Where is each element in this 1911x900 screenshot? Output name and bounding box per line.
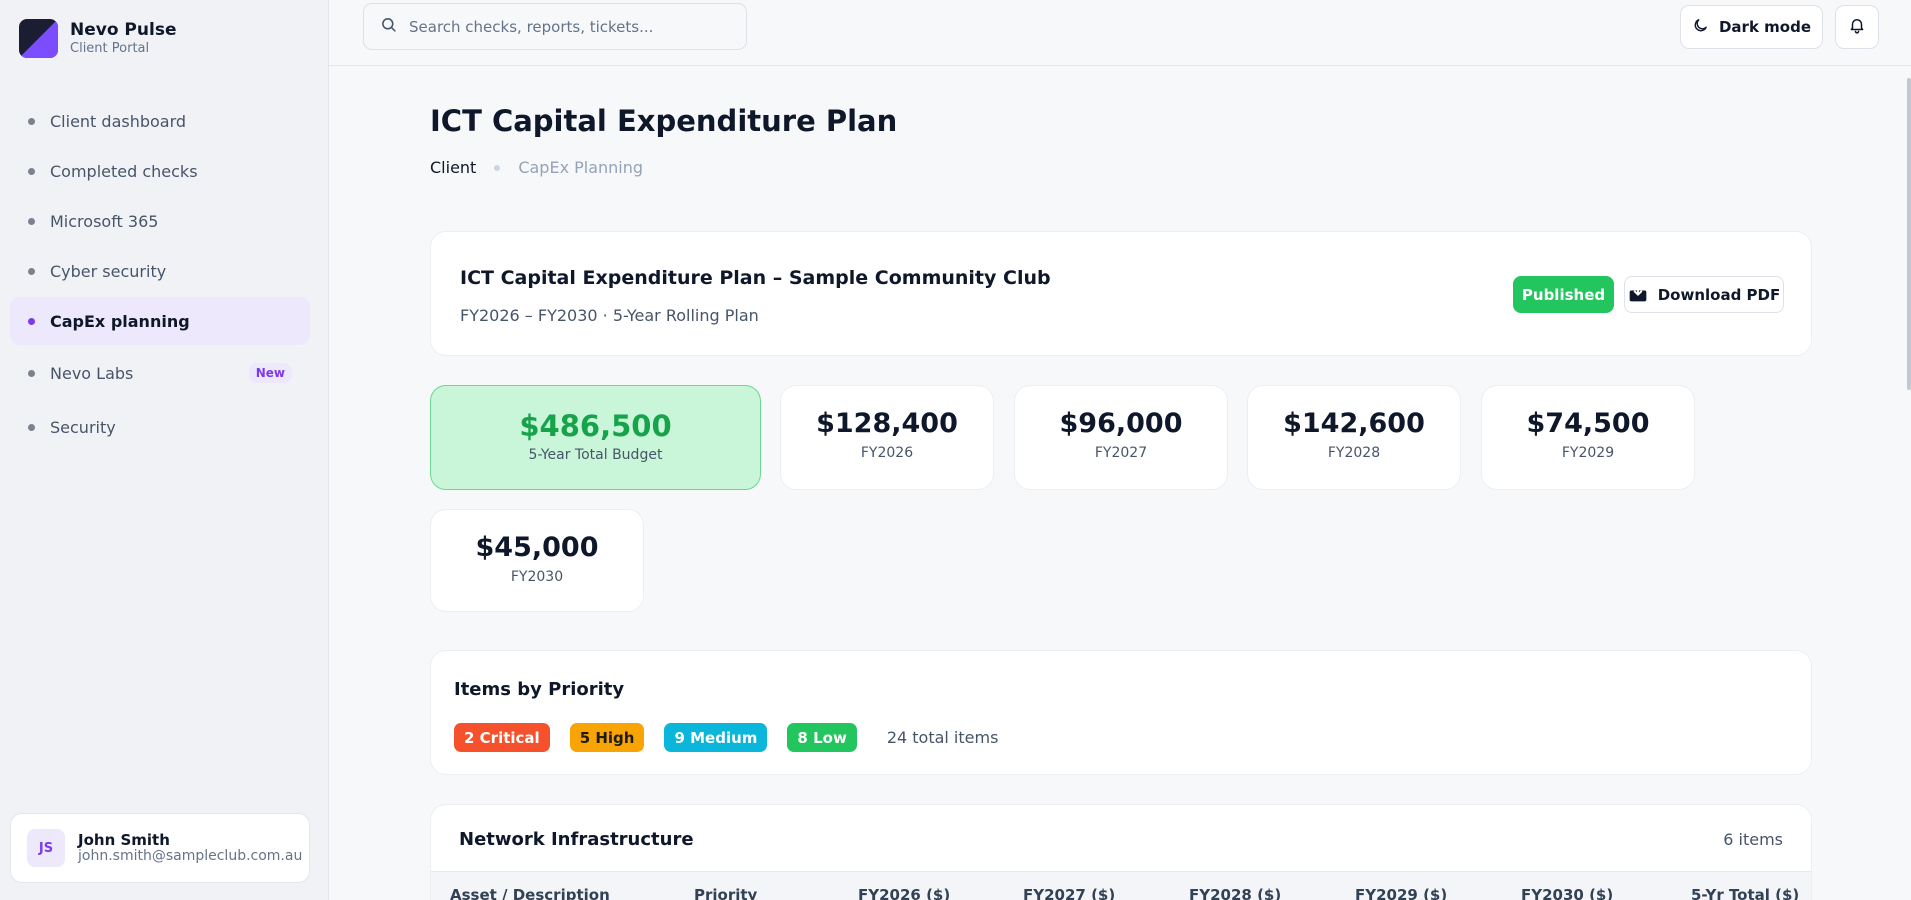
download-icon xyxy=(1628,283,1658,307)
plan-title: ICT Capital Expenditure Plan – Sample Co… xyxy=(460,267,1051,289)
sidebar-item-label: CapEx planning xyxy=(50,311,190,331)
sidebar-item-cyber-security[interactable]: Cyber security xyxy=(10,247,310,295)
dark-mode-label: Dark mode xyxy=(1718,18,1811,36)
topbar: Dark mode xyxy=(329,0,1911,66)
stat-total-budget: $486,500 5-Year Total Budget xyxy=(430,385,761,490)
dark-mode-button[interactable]: Dark mode xyxy=(1680,5,1823,49)
stat-value: $96,000 xyxy=(1059,408,1183,439)
scrollbar-thumb[interactable] xyxy=(1907,78,1911,390)
sidebar-item-label: Cyber security xyxy=(50,261,167,281)
brand-name: Nevo Pulse xyxy=(70,20,177,40)
search-box[interactable] xyxy=(363,3,747,50)
new-badge: New xyxy=(248,363,292,383)
sidebar-item-nevo-labs[interactable]: Nevo Labs New xyxy=(10,349,310,397)
status-badge: Published xyxy=(1513,276,1614,313)
table-header: Asset / Description Priority FY2026 ($) … xyxy=(431,871,1811,900)
stat-label: FY2027 xyxy=(1094,445,1148,461)
stat-label: FY2028 xyxy=(1327,445,1381,461)
search-input[interactable] xyxy=(409,17,729,36)
priority-pill-medium: 9 Medium xyxy=(664,723,768,752)
column-header-fy2026[interactable]: FY2026 ($) xyxy=(858,886,950,900)
sidebar-item-security[interactable]: Security xyxy=(10,403,310,451)
section-title: Network Infrastructure xyxy=(459,829,694,850)
bullet-icon xyxy=(28,369,35,377)
stat-label: 5-Year Total Budget xyxy=(528,447,663,463)
sidebar-item-completed-checks[interactable]: Completed checks xyxy=(10,147,310,195)
bullet-icon xyxy=(28,117,35,125)
sidebar: Nevo Pulse Client Portal Client dashboar… xyxy=(0,0,329,900)
stat-label: FY2030 xyxy=(510,569,564,585)
plan-card: ICT Capital Expenditure Plan – Sample Co… xyxy=(430,231,1812,356)
stat-fy2027: $96,000 FY2027 xyxy=(1014,385,1228,490)
search-icon xyxy=(380,16,397,37)
bullet-icon xyxy=(28,423,35,431)
sidebar-item-label: Security xyxy=(50,417,116,437)
user-email: john.smith@sampleclub.com.au xyxy=(78,847,303,864)
priority-pills: 2 Critical 5 High 9 Medium 8 Low 24 tota… xyxy=(454,723,998,752)
sidebar-item-client-dashboard[interactable]: Client dashboard xyxy=(10,97,310,145)
stat-value: $45,000 xyxy=(475,532,599,563)
stat-fy2026: $128,400 FY2026 xyxy=(780,385,994,490)
sidebar-item-label: Completed checks xyxy=(50,161,198,181)
bullet-icon xyxy=(28,317,35,325)
column-header-fy2027[interactable]: FY2027 ($) xyxy=(1023,886,1115,900)
breadcrumb: Client CapEx Planning xyxy=(430,158,643,177)
sidebar-item-label: Client dashboard xyxy=(50,111,187,131)
sidebar-item-microsoft-365[interactable]: Microsoft 365 xyxy=(10,197,310,245)
priority-pill-low: 8 Low xyxy=(787,723,857,752)
stat-value: $74,500 xyxy=(1526,408,1650,439)
plan-subtitle: FY2026 – FY2030 · 5-Year Rolling Plan xyxy=(460,306,759,325)
sidebar-item-capex-planning[interactable]: CapEx planning xyxy=(10,297,310,345)
stat-value: $142,600 xyxy=(1283,408,1425,439)
column-header-fy2030[interactable]: FY2030 ($) xyxy=(1521,886,1613,900)
sidebar-nav: Client dashboard Completed checks Micros… xyxy=(10,97,310,453)
bullet-icon xyxy=(28,167,35,175)
column-header-asset[interactable]: Asset / Description xyxy=(450,886,610,900)
bullet-icon xyxy=(28,267,35,275)
priority-pill-critical: 2 Critical xyxy=(454,723,550,752)
column-header-fy2029[interactable]: FY2029 ($) xyxy=(1355,886,1447,900)
stat-label: FY2026 xyxy=(860,445,914,461)
stat-fy2029: $74,500 FY2029 xyxy=(1481,385,1695,490)
breadcrumb-item-client[interactable]: Client xyxy=(430,158,476,177)
page-title: ICT Capital Expenditure Plan xyxy=(430,104,898,138)
network-infrastructure-card: Network Infrastructure 6 items Asset / D… xyxy=(430,804,1812,900)
brand[interactable]: Nevo Pulse Client Portal xyxy=(19,19,176,58)
section-count: 6 items xyxy=(1723,830,1783,849)
brand-subtitle: Client Portal xyxy=(70,41,150,56)
bullet-icon xyxy=(28,217,35,225)
priority-total: 24 total items xyxy=(886,728,999,747)
scrollbar[interactable] xyxy=(1904,66,1911,900)
breadcrumb-separator xyxy=(494,164,501,171)
stat-label: FY2029 xyxy=(1561,445,1615,461)
priority-card: Items by Priority 2 Critical 5 High 9 Me… xyxy=(430,650,1812,775)
stat-value: $486,500 xyxy=(519,409,672,443)
column-header-priority[interactable]: Priority xyxy=(694,886,757,900)
breadcrumb-item-current: CapEx Planning xyxy=(518,158,644,177)
sidebar-item-label: Nevo Labs xyxy=(50,363,134,383)
brand-logo xyxy=(19,19,58,58)
stat-fy2030: $45,000 FY2030 xyxy=(430,509,644,612)
avatar: JS xyxy=(27,829,65,867)
download-pdf-button[interactable]: Download PDF xyxy=(1624,276,1784,313)
column-header-5yr-total[interactable]: 5-Yr Total ($) xyxy=(1691,886,1799,900)
priority-pill-high: 5 High xyxy=(569,723,645,752)
stat-fy2028: $142,600 FY2028 xyxy=(1247,385,1461,490)
user-name: John Smith xyxy=(78,831,170,850)
stat-value: $128,400 xyxy=(816,408,958,439)
user-card[interactable]: JS John Smith john.smith@sampleclub.com.… xyxy=(10,813,310,883)
priority-title: Items by Priority xyxy=(454,679,625,700)
notifications-button[interactable] xyxy=(1835,5,1879,49)
sidebar-item-label: Microsoft 365 xyxy=(50,211,159,231)
column-header-fy2028[interactable]: FY2028 ($) xyxy=(1189,886,1281,900)
bell-icon xyxy=(1848,16,1866,38)
moon-icon xyxy=(1692,17,1719,38)
download-pdf-label: Download PDF xyxy=(1657,285,1781,304)
